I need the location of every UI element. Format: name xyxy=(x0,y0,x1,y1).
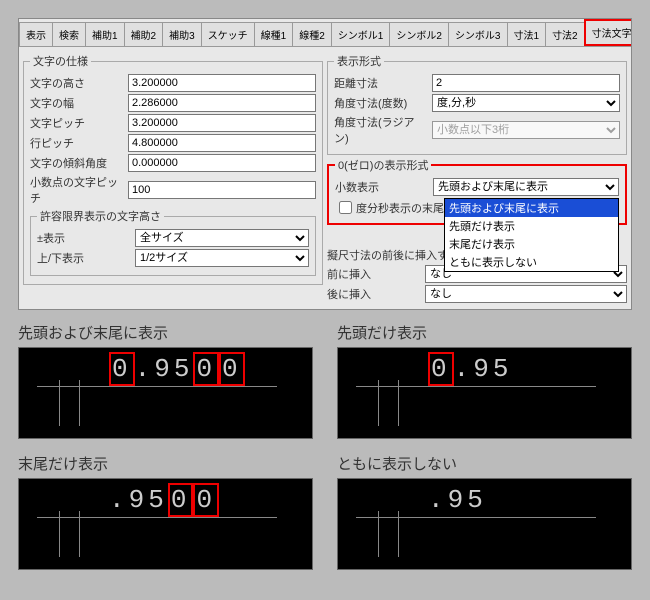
example-d: ともに表示しない .95 xyxy=(337,453,632,570)
tab-line1[interactable]: 線種1 xyxy=(254,22,294,46)
label-plus: ±表示 xyxy=(37,230,131,246)
tab-sym2[interactable]: シンボル2 xyxy=(389,22,449,46)
input-slant[interactable] xyxy=(128,154,316,172)
tab-search[interactable]: 検索 xyxy=(52,22,86,46)
tab-sketch[interactable]: スケッチ xyxy=(201,22,255,46)
tab-aux1[interactable]: 補助1 xyxy=(85,22,125,46)
input-height[interactable] xyxy=(128,74,316,92)
format-group: 表示形式 距離寸法 角度寸法(度数)度,分,秒 角度寸法(ラジアン)小数点以下3… xyxy=(327,53,627,155)
example-b-img: 0.95 xyxy=(337,347,632,439)
zero-option-2[interactable]: 末尾だけ表示 xyxy=(445,235,618,253)
example-d-value: .95 xyxy=(428,485,487,515)
example-d-img: .95 xyxy=(337,478,632,570)
example-a-value: 0.9500 xyxy=(109,354,245,384)
label-updn: 上/下表示 xyxy=(37,250,131,266)
label-after: 後に挿入 xyxy=(327,286,421,302)
label-height: 文字の高さ xyxy=(30,75,124,91)
label-zero: 小数表示 xyxy=(335,179,429,195)
format-legend: 表示形式 xyxy=(334,53,384,69)
tab-display[interactable]: 表示 xyxy=(19,22,53,46)
label-slant: 文字の傾斜角度 xyxy=(30,155,124,171)
select-updn[interactable]: 1/2サイズ xyxy=(135,249,309,267)
example-c-img: .9500 xyxy=(18,478,313,570)
tab-dimtext[interactable]: 寸法文字 xyxy=(584,19,631,46)
label-decpitch: 小数点の文字ピッチ xyxy=(30,174,124,206)
example-a: 先頭および末尾に表示 0.9500 xyxy=(18,322,313,439)
example-b: 先頭だけ表示 0.95 xyxy=(337,322,632,439)
tab-bar: 表示 検索 補助1 補助2 補助3 スケッチ 線種1 線種2 シンボル1 シンボ… xyxy=(19,19,631,47)
example-c: 末尾だけ表示 .9500 xyxy=(18,453,313,570)
example-a-title: 先頭および末尾に表示 xyxy=(18,322,313,343)
zero-legend: 0(ゼロ)の表示形式 xyxy=(335,157,431,173)
zero-option-1[interactable]: 先頭だけ表示 xyxy=(445,217,618,235)
select-plus[interactable]: 全サイズ xyxy=(135,229,309,247)
input-dist[interactable] xyxy=(432,74,620,92)
select-angrad[interactable]: 小数点以下3桁 xyxy=(432,121,620,139)
zero-option-3[interactable]: ともに表示しない xyxy=(445,253,618,271)
example-c-title: 末尾だけ表示 xyxy=(18,453,313,474)
tab-dim1[interactable]: 寸法1 xyxy=(507,22,547,46)
label-before: 前に挿入 xyxy=(327,266,421,282)
example-b-value: 0.95 xyxy=(428,354,512,384)
settings-panel: 表示 検索 補助1 補助2 補助3 スケッチ 線種1 線種2 シンボル1 シンボ… xyxy=(18,18,632,310)
label-width: 文字の幅 xyxy=(30,95,124,111)
zero-dropdown[interactable]: 先頭および末尾に表示 先頭だけ表示 末尾だけ表示 ともに表示しない xyxy=(444,198,619,272)
tab-dim2[interactable]: 寸法2 xyxy=(545,22,585,46)
tolerance-legend: 許容限界表示の文字高さ xyxy=(37,208,164,224)
zero-option-0[interactable]: 先頭および末尾に表示 xyxy=(445,199,618,217)
label-angdeg: 角度寸法(度数) xyxy=(334,95,428,111)
select-zero[interactable]: 先頭および末尾に表示 xyxy=(433,178,619,196)
input-width[interactable] xyxy=(128,94,316,112)
input-linepitch[interactable] xyxy=(128,134,316,152)
tab-sym1[interactable]: シンボル1 xyxy=(331,22,391,46)
label-linepitch: 行ピッチ xyxy=(30,135,124,151)
tab-line2[interactable]: 線種2 xyxy=(292,22,332,46)
example-b-title: 先頭だけ表示 xyxy=(337,322,632,343)
tolerance-group: 許容限界表示の文字高さ ±表示全サイズ 上/下表示1/2サイズ xyxy=(30,208,316,276)
label-dist: 距離寸法 xyxy=(334,75,428,91)
example-a-img: 0.9500 xyxy=(18,347,313,439)
example-d-title: ともに表示しない xyxy=(337,453,632,474)
text-spec-legend: 文字の仕様 xyxy=(30,53,91,69)
zero-format-group: 0(ゼロ)の表示形式 小数表示 先頭および末尾に表示 先頭および末尾に表示 先頭… xyxy=(327,157,627,225)
label-pitch: 文字ピッチ xyxy=(30,115,124,131)
examples-grid: 先頭および末尾に表示 0.9500 先頭だけ表示 0.95 末尾だけ表示 .95… xyxy=(18,322,632,570)
tab-aux3[interactable]: 補助3 xyxy=(162,22,202,46)
checkbox-dms-zero[interactable] xyxy=(339,201,352,214)
label-angrad: 角度寸法(ラジアン) xyxy=(334,114,428,146)
select-angdeg[interactable]: 度,分,秒 xyxy=(432,94,620,112)
example-c-value: .9500 xyxy=(109,485,219,515)
text-spec-group: 文字の仕様 文字の高さ 文字の幅 文字ピッチ 行ピッチ 文字の傾斜角度 小数点の… xyxy=(23,53,323,285)
input-decpitch[interactable] xyxy=(128,181,316,199)
select-after[interactable]: なし xyxy=(425,285,627,303)
tab-sym3[interactable]: シンボル3 xyxy=(448,22,508,46)
tab-aux2[interactable]: 補助2 xyxy=(124,22,164,46)
input-pitch[interactable] xyxy=(128,114,316,132)
